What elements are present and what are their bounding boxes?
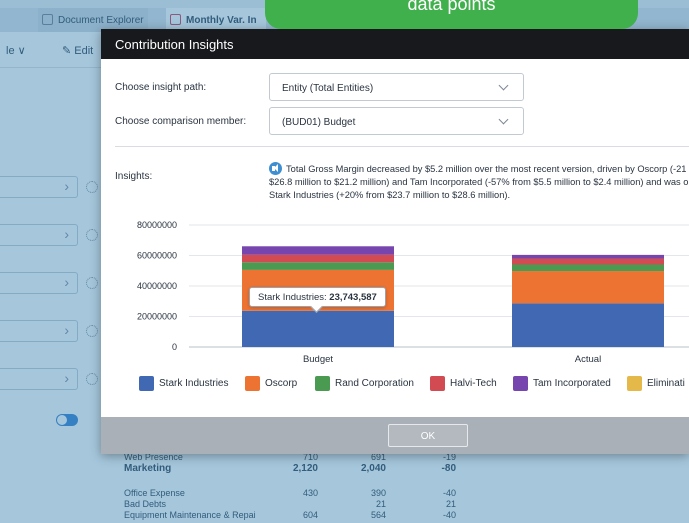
- insights-label: Insights:: [115, 171, 153, 182]
- insight-line: Total Gross Margin decreased by $5.2 mil…: [286, 164, 687, 174]
- bar-segment: [512, 258, 664, 265]
- legend-label: Rand Corporation: [335, 378, 414, 389]
- legend-swatch: [513, 376, 528, 391]
- legend-swatch: [627, 376, 642, 391]
- stacked-bar-chart: 0 20000000 40000000 60000000 80000000 Budget A…: [137, 220, 689, 365]
- y-tick-label: 20000000: [137, 312, 177, 322]
- comparison-member-select[interactable]: (BUD01) Budget: [269, 107, 524, 135]
- tooltip-series: Stark Industries:: [258, 292, 327, 303]
- legend-item[interactable]: Eliminati: [627, 376, 685, 391]
- insight-path-select[interactable]: Entity (Total Entities): [269, 73, 524, 101]
- bar-segment: [512, 271, 664, 304]
- legend-label: Stark Industries: [159, 378, 229, 389]
- bar-segment: [512, 254, 664, 259]
- bar-segment: [242, 254, 394, 263]
- legend-item[interactable]: Tam Incorporated: [513, 376, 611, 391]
- chevron-down-icon: [498, 114, 509, 125]
- y-tick-label: 60000000: [137, 251, 177, 261]
- insight-line: $26.8 million to $21.2 million) and Tam …: [269, 177, 689, 187]
- y-tick-label: 80000000: [137, 220, 177, 230]
- legend-label: Tam Incorporated: [533, 378, 611, 389]
- banner: data points: [265, 0, 638, 29]
- x-tick-label: Budget: [303, 354, 333, 365]
- legend-item[interactable]: Oscorp: [245, 376, 297, 391]
- chevron-down-icon: [498, 80, 509, 91]
- legend-swatch: [245, 376, 260, 391]
- legend-swatch: [315, 376, 330, 391]
- bar-segment: [512, 303, 664, 347]
- x-tick-label: Actual: [575, 354, 601, 365]
- dialog-title: Contribution Insights: [101, 29, 689, 59]
- comparison-label: Choose comparison member:: [115, 116, 247, 127]
- legend-swatch: [139, 376, 154, 391]
- bar-segment: [242, 262, 394, 270]
- insight-text: Total Gross Margin decreased by $5.2 mil…: [269, 163, 689, 202]
- comparison-value: (BUD01) Budget: [282, 117, 356, 128]
- tooltip-value: 23,743,587: [329, 292, 377, 303]
- legend-label: Oscorp: [265, 378, 298, 389]
- y-tick-label: 40000000: [137, 281, 177, 291]
- y-tick-label: 0: [172, 342, 177, 352]
- legend-label: Halvi-Tech: [450, 378, 497, 389]
- insight-line: Stark Industries (+20% from $23.7 millio…: [269, 190, 511, 200]
- bar-segment: [242, 310, 394, 347]
- bar-segment: [512, 264, 664, 272]
- legend-label: Eliminati: [647, 378, 685, 389]
- legend-item[interactable]: Halvi-Tech: [430, 376, 497, 391]
- dialog-footer: OK: [101, 417, 689, 454]
- chart-tooltip: Stark Industries: 23,743,587: [249, 287, 386, 307]
- insight-path-label: Choose insight path:: [115, 82, 207, 93]
- legend-item[interactable]: Stark Industries: [139, 376, 228, 391]
- legend-swatch: [430, 376, 445, 391]
- bar-segment: [242, 246, 394, 255]
- contribution-insights-dialog: Contribution Insights Choose insight pat…: [101, 29, 689, 454]
- legend-item[interactable]: Rand Corporation: [315, 376, 414, 391]
- divider: [115, 146, 689, 147]
- ok-button[interactable]: OK: [388, 424, 468, 447]
- insight-path-value: Entity (Total Entities): [282, 83, 374, 94]
